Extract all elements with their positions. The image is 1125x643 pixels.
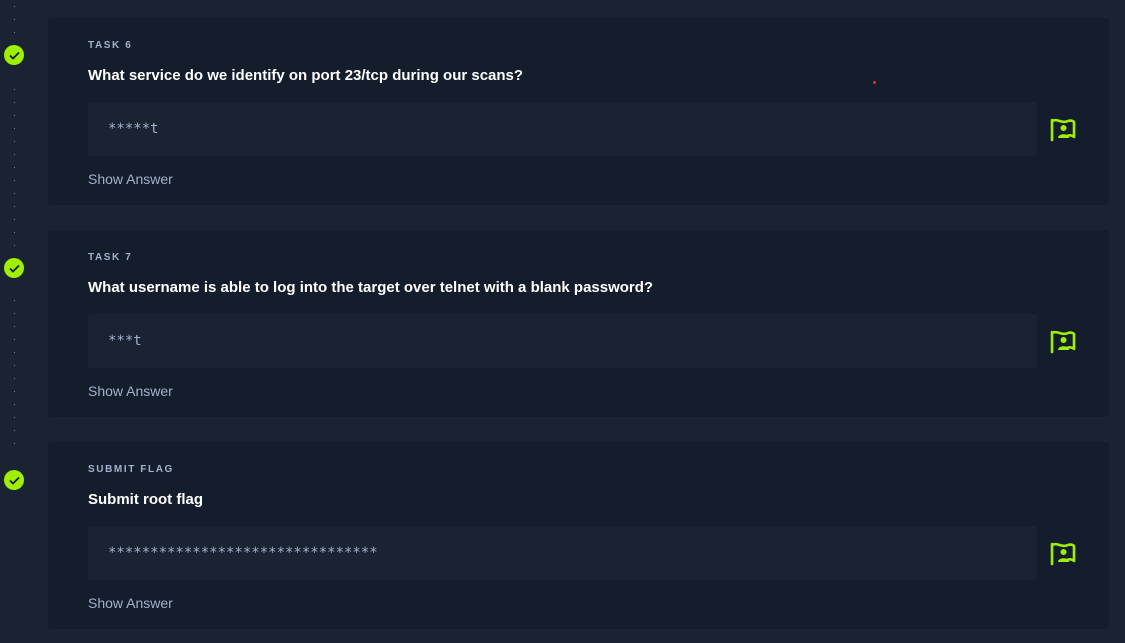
flag-user-icon: [1050, 118, 1076, 142]
timeline-dot: [14, 141, 15, 142]
answer-input[interactable]: *****t: [88, 102, 1037, 156]
timeline-dot: [14, 32, 15, 33]
task-list-page: TASK 6 What service do we identify on po…: [0, 0, 1125, 643]
check-icon: [4, 258, 24, 278]
task-card: TASK 6 What service do we identify on po…: [48, 18, 1109, 205]
timeline-dot: [14, 154, 15, 155]
timeline-dot: [14, 300, 15, 301]
timeline-dot: [14, 128, 15, 129]
timeline-dot: [14, 443, 15, 444]
answer-input[interactable]: ********************************: [88, 526, 1037, 580]
task-question: What service do we identify on port 23/t…: [88, 67, 524, 84]
answer-value: ***t: [108, 333, 142, 349]
timeline-dot: [14, 391, 15, 392]
flag-user-icon: [1050, 330, 1076, 354]
task-card: TASK 7 What username is able to log into…: [48, 230, 1109, 417]
timeline-dot: [14, 245, 15, 246]
timeline-dot: [14, 193, 15, 194]
timeline-dot: [14, 430, 15, 431]
task-label: SUBMIT FLAG: [88, 464, 174, 475]
timeline-dot: [14, 326, 15, 327]
progress-timeline: [0, 0, 30, 643]
task-label: TASK 6: [88, 40, 133, 51]
check-icon: [4, 45, 24, 65]
show-answer-link[interactable]: Show Answer: [88, 171, 173, 187]
timeline-dot: [14, 219, 15, 220]
timeline-dot: [14, 6, 15, 7]
check-icon: [4, 470, 24, 490]
flag-user-icon: [1050, 542, 1076, 566]
task-label: TASK 7: [88, 252, 133, 263]
timeline-dot: [14, 404, 15, 405]
timeline-dot: [14, 206, 15, 207]
timeline-dot: [14, 339, 15, 340]
submit-flag-button[interactable]: [1048, 328, 1078, 356]
submit-flag-button[interactable]: [1048, 540, 1078, 568]
answer-value: *****t: [108, 121, 159, 137]
timeline-dot: [14, 89, 15, 90]
timeline-dot: [14, 232, 15, 233]
task-question: What username is able to log into the ta…: [88, 279, 654, 296]
task-card: SUBMIT FLAG Submit root flag ***********…: [48, 442, 1109, 629]
show-answer-link[interactable]: Show Answer: [88, 595, 173, 611]
timeline-dot: [14, 180, 15, 181]
timeline-dot: [14, 115, 15, 116]
timeline-dot: [14, 19, 15, 20]
task-question: Submit root flag: [88, 491, 203, 508]
show-answer-link[interactable]: Show Answer: [88, 383, 173, 399]
timeline-dot: [14, 378, 15, 379]
timeline-dot: [14, 365, 15, 366]
submit-flag-button[interactable]: [1048, 116, 1078, 144]
timeline-dot: [14, 102, 15, 103]
answer-value: ********************************: [108, 545, 378, 561]
answer-input[interactable]: ***t: [88, 314, 1037, 368]
timeline-dot: [14, 313, 15, 314]
timeline-dot: [14, 352, 15, 353]
timeline-dot: [14, 417, 15, 418]
cursor-marker: [873, 81, 876, 84]
timeline-dot: [14, 167, 15, 168]
